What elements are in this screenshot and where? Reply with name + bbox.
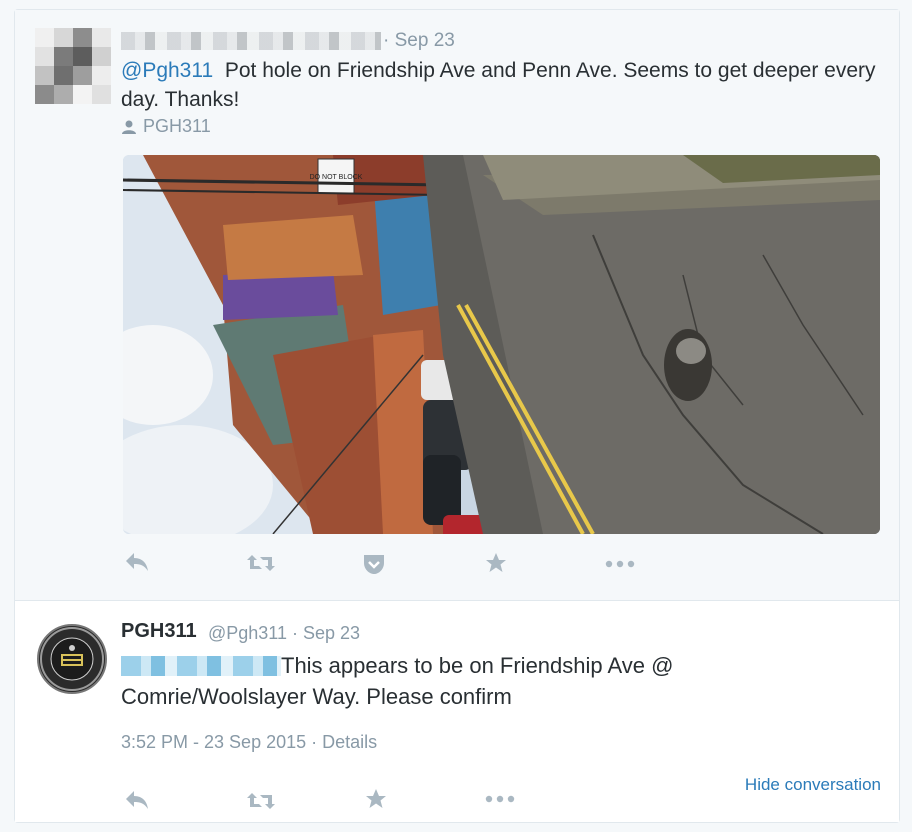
- tweet-timestamp[interactable]: 3:52 PM - 23 Sep 2015 · Details: [121, 732, 377, 753]
- more-icon[interactable]: [605, 560, 635, 568]
- tweet-text: @Pgh311 Pot hole on Friendship Ave and P…: [121, 56, 891, 114]
- handle-and-date[interactable]: @Pgh311 · Sep 23: [208, 623, 360, 644]
- pocket-icon[interactable]: [362, 553, 386, 575]
- star-icon[interactable]: [485, 552, 507, 574]
- person-icon: [122, 120, 136, 134]
- reply-tweet[interactable]: PGH311 @Pgh311 · Sep 23 This appears to …: [15, 602, 899, 822]
- mention-redacted[interactable]: [121, 656, 281, 676]
- pgh311-avatar[interactable]: [37, 624, 107, 694]
- mentioned-user[interactable]: PGH311: [121, 116, 211, 137]
- reply-icon[interactable]: [124, 551, 150, 573]
- tweet-photo[interactable]: DO NOT BLOCK: [123, 155, 880, 534]
- street-sign: DO NOT BLOCK: [310, 174, 363, 181]
- user-avatar[interactable]: [35, 28, 111, 104]
- city-seal-icon: [40, 627, 104, 691]
- reply-text: This appears to be on Friendship Ave @ C…: [121, 650, 821, 712]
- more-icon[interactable]: [485, 795, 515, 803]
- original-tweet[interactable]: · Sep 23 @Pgh311 Pot hole on Friendship …: [15, 10, 899, 601]
- retweet-icon[interactable]: [246, 791, 276, 811]
- mention-link[interactable]: @Pgh311: [121, 59, 213, 82]
- star-icon[interactable]: [365, 788, 387, 810]
- display-name[interactable]: PGH311: [121, 620, 197, 643]
- conversation-card: · Sep 23 @Pgh311 Pot hole on Friendship …: [14, 9, 900, 823]
- reply-icon[interactable]: [124, 789, 150, 811]
- pothole-street-photo: DO NOT BLOCK: [123, 155, 880, 534]
- tweet-date[interactable]: · Sep 23: [383, 30, 455, 52]
- tweet-body: Pot hole on Friendship Ave and Penn Ave.…: [121, 59, 882, 111]
- hide-conversation-link[interactable]: Hide conversation: [745, 775, 881, 795]
- mentioned-user-label: PGH311: [143, 116, 211, 136]
- retweet-icon[interactable]: [246, 553, 276, 573]
- user-name-redacted[interactable]: [121, 32, 381, 50]
